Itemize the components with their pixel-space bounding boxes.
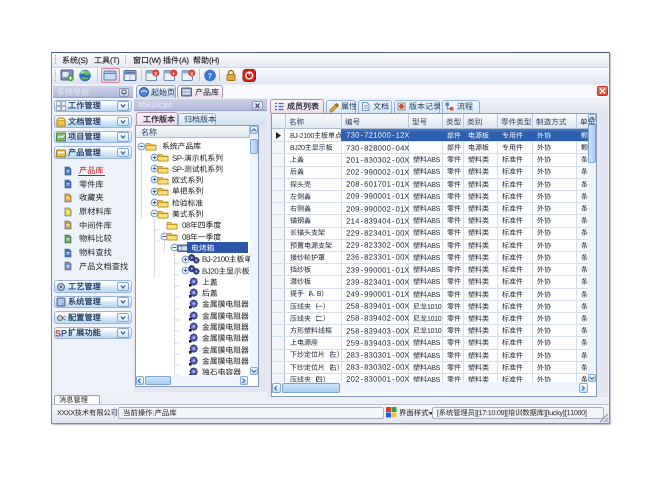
svg-text:?: ?: [208, 70, 212, 80]
svg-text:+: +: [172, 70, 176, 77]
